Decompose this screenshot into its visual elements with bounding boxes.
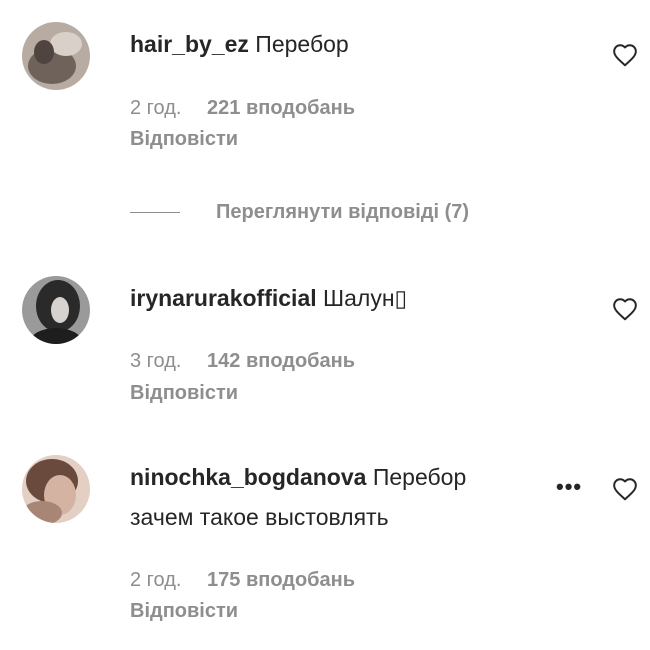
comment-meta: 2 год. 175 вподобань xyxy=(130,567,355,593)
comment-likes[interactable]: 221 вподобань xyxy=(207,97,355,119)
comment-username[interactable]: hair_by_ez xyxy=(130,31,249,57)
comment-text: Перебор xyxy=(372,464,467,490)
reply-button[interactable]: Відповісти xyxy=(130,380,238,406)
comment-meta: 2 год. 221 вподобань xyxy=(130,95,355,121)
avatar-image xyxy=(22,455,90,523)
comment-text-line: ninochka_bogdanova Перебор xyxy=(130,462,466,492)
comment-text-continuation: зачем такое выстовлять xyxy=(130,504,389,530)
comment-text-line: hair_by_ez Перебор xyxy=(130,29,349,59)
comment-likes[interactable]: 142 вподобань xyxy=(207,350,355,372)
avatar[interactable] xyxy=(22,276,90,344)
comment-username[interactable]: irynarurakofficial xyxy=(130,285,317,311)
view-replies-button[interactable]: Переглянути відповіді (7) xyxy=(130,197,469,227)
comment-time[interactable]: 3 год. xyxy=(130,350,181,372)
comment-meta: 3 год. 142 вподобань xyxy=(130,348,355,374)
avatar-image xyxy=(22,276,90,344)
heart-outline-icon[interactable] xyxy=(612,297,640,323)
comment-text-line: irynarurakofficial Шалун▯ xyxy=(130,283,407,313)
reply-button[interactable]: Відповісти xyxy=(130,126,238,152)
comment-text: Шалун▯ xyxy=(323,285,408,311)
view-replies-divider xyxy=(130,211,180,213)
avatar[interactable] xyxy=(22,22,90,90)
reply-button[interactable]: Відповісти xyxy=(130,598,238,624)
heart-outline-icon[interactable] xyxy=(612,43,640,69)
heart-outline-icon[interactable] xyxy=(612,477,640,503)
avatar[interactable] xyxy=(22,455,90,523)
comment-time[interactable]: 2 год. xyxy=(130,569,181,591)
comment-text: Перебор xyxy=(255,31,349,57)
more-options-icon[interactable]: ••• xyxy=(556,474,582,500)
comment-likes[interactable]: 175 вподобань xyxy=(207,569,355,591)
avatar-image xyxy=(22,22,90,90)
view-replies-label: Переглянути відповіді (7) xyxy=(216,200,470,223)
comment-time[interactable]: 2 год. xyxy=(130,97,181,119)
comment-username[interactable]: ninochka_bogdanova xyxy=(130,464,366,490)
